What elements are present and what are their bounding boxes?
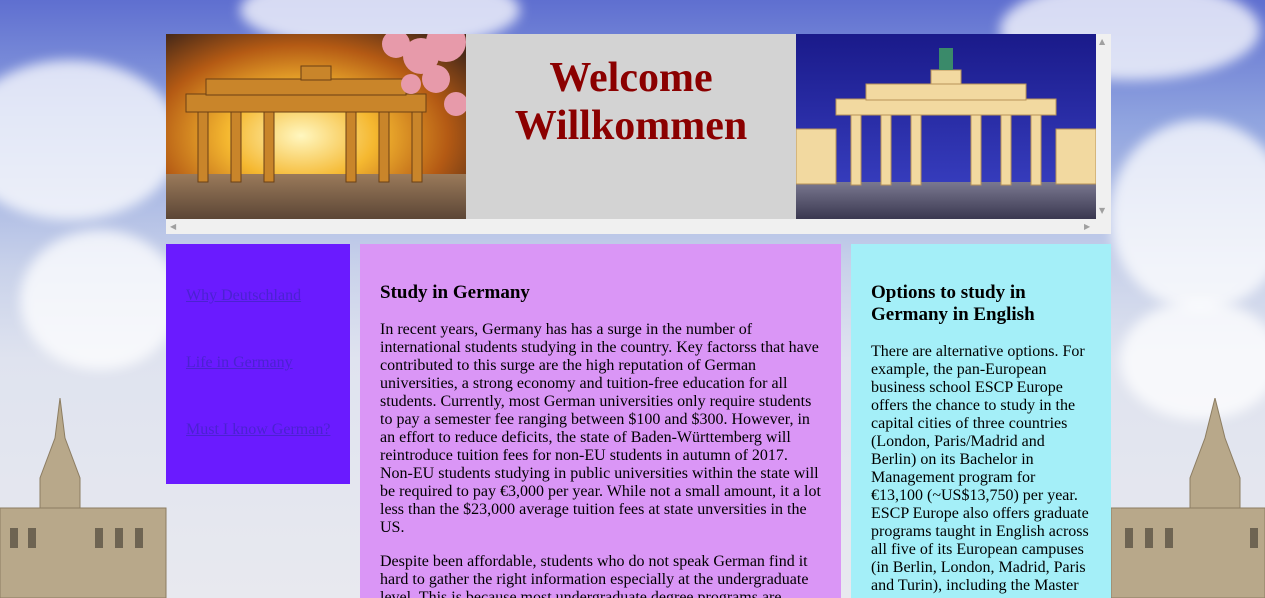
nav-sidebar: Why Deutschland Life in Germany Must I k… [166, 244, 350, 484]
page-container: Welcome Willkommen ▲ ▼ ◀ ▶ Why Deutschla… [166, 34, 1111, 598]
nav-link-must-i-know-german[interactable]: Must I know German? [186, 421, 330, 439]
aside-panel: Options to study in Germany in English T… [851, 244, 1111, 598]
main-paragraph: Despite been affordable, students who do… [380, 553, 809, 598]
brandenburg-gate-sunset-image [166, 34, 466, 219]
main-content: Study in Germany In recent years, German… [360, 244, 841, 598]
header-title: Welcome Willkommen [466, 34, 796, 150]
header-frame[interactable]: Welcome Willkommen ▲ ▼ ◀ ▶ [166, 34, 1111, 234]
main-paragraph: In recent years, Germany has has a surge… [380, 321, 821, 536]
header-vertical-scrollbar[interactable]: ▲ ▼ [1096, 34, 1111, 219]
aside-paragraph: There are alternative options. For examp… [871, 343, 1089, 594]
nav-link-life-in-germany[interactable]: Life in Germany [186, 354, 293, 372]
scroll-down-arrow-icon[interactable]: ▼ [1099, 206, 1105, 216]
background-cloud [1110, 120, 1265, 310]
background-cloud [0, 60, 180, 220]
header-horizontal-scrollbar[interactable]: ◀ ▶ [166, 219, 1096, 234]
aside-heading: Options to study in Germany in English [871, 282, 1035, 325]
header-title-block: Welcome Willkommen [466, 34, 796, 219]
header-title-line1: Welcome [549, 55, 713, 101]
header-title-line2: Willkommen [514, 103, 748, 149]
background-cloud [20, 230, 180, 370]
scroll-up-arrow-icon[interactable]: ▲ [1099, 37, 1105, 47]
main-heading: Study in Germany [380, 282, 530, 303]
scroll-right-arrow-icon[interactable]: ▶ [1084, 222, 1090, 232]
brandenburg-gate-night-image [796, 34, 1096, 219]
nav-link-why-deutschland[interactable]: Why Deutschland [186, 287, 301, 305]
scroll-left-arrow-icon[interactable]: ◀ [170, 222, 176, 232]
